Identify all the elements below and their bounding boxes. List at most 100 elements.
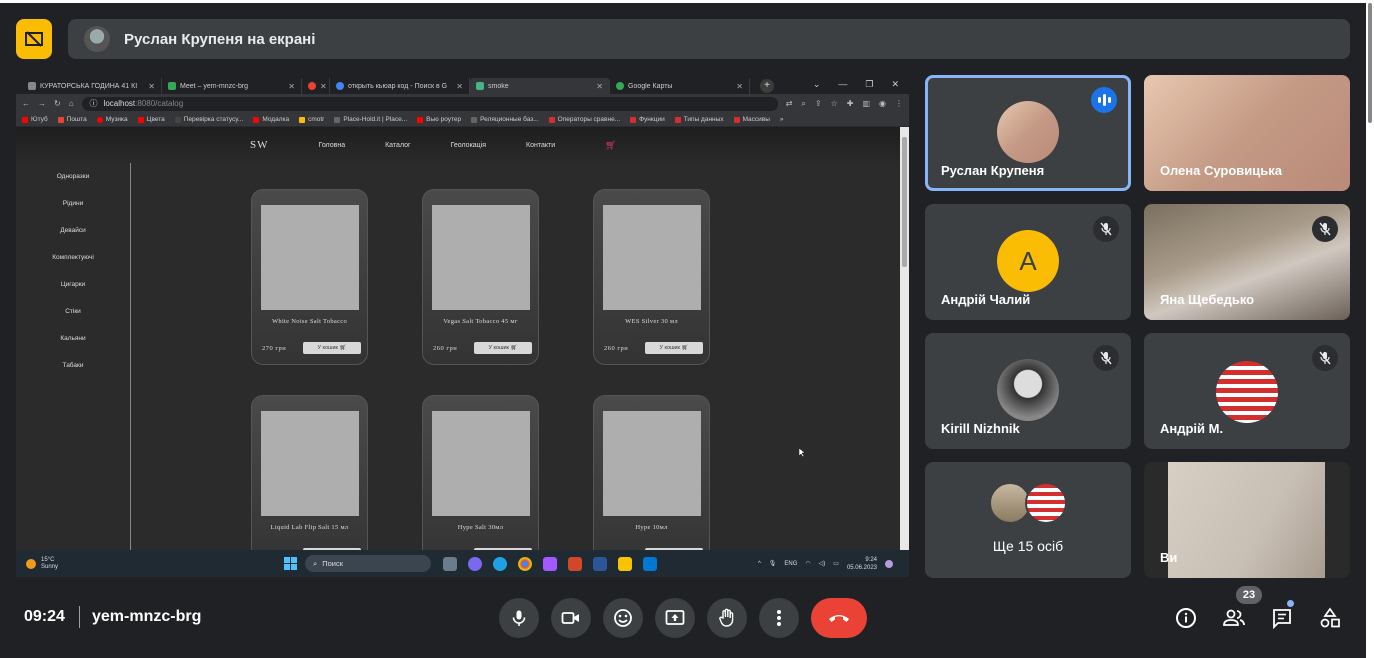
nav-contacts[interactable]: Контакти bbox=[526, 142, 555, 149]
bookmark[interactable]: Вью роутер bbox=[417, 116, 461, 123]
product-card[interactable]: WES Silver 30 мл 260 грн У кошик 🛒︎ bbox=[593, 189, 710, 365]
reactions-button[interactable] bbox=[603, 598, 643, 638]
extensions-icon[interactable]: ✚ bbox=[847, 99, 854, 109]
browser-tab[interactable]: Google Карты ✕ bbox=[610, 78, 750, 94]
site-logo[interactable]: SW bbox=[250, 139, 269, 151]
close-tab-icon[interactable]: ✕ bbox=[148, 82, 155, 91]
taskbar-search[interactable]: ⌕ Поиск bbox=[305, 555, 432, 572]
add-to-cart-button[interactable]: У кошик 🛒︎ bbox=[474, 342, 532, 354]
close-tab-icon[interactable]: ✕ bbox=[288, 82, 295, 91]
participant-tile[interactable]: Руслан Крупеня bbox=[925, 75, 1131, 191]
camera-button[interactable] bbox=[551, 598, 591, 638]
sidepanel-icon[interactable]: ▥ bbox=[862, 99, 870, 109]
info-icon[interactable]: ⓘ bbox=[90, 98, 98, 109]
raise-hand-button[interactable] bbox=[707, 598, 747, 638]
battery-icon[interactable]: ▭ bbox=[833, 560, 839, 567]
microphone-tray-icon[interactable]: 🎙︎ bbox=[769, 560, 777, 567]
browser-tab[interactable]: открыть кьюар код - Поиск в G ✕ bbox=[330, 78, 470, 94]
close-tab-icon[interactable]: ✕ bbox=[456, 82, 463, 91]
address-bar[interactable]: ⓘ localhost:8080/catalog bbox=[81, 96, 778, 111]
close-window-icon[interactable]: ✕ bbox=[891, 79, 899, 90]
site-scrollbar[interactable] bbox=[900, 127, 909, 550]
present-button[interactable] bbox=[655, 598, 695, 638]
bookmark-star-icon[interactable]: ☆ bbox=[831, 99, 838, 109]
participant-tile[interactable]: Андрій М. bbox=[1144, 333, 1350, 449]
powerpoint-icon[interactable] bbox=[568, 556, 583, 571]
more-options-button[interactable] bbox=[759, 598, 799, 638]
weather-widget[interactable]: 15°C Sunny bbox=[26, 557, 58, 571]
profile-icon[interactable]: ◉ bbox=[879, 99, 886, 109]
chat-button[interactable] bbox=[1269, 605, 1295, 631]
more-participants-tile[interactable]: Ще 15 осіб bbox=[925, 462, 1131, 578]
tray-chevron-icon[interactable]: ^ bbox=[758, 561, 761, 567]
windows-start-icon[interactable] bbox=[284, 557, 298, 570]
site-scrollbar-thumb[interactable] bbox=[902, 137, 907, 267]
browser-tab[interactable]: ✕ bbox=[302, 78, 330, 94]
add-to-cart-button[interactable]: У кошик 🛒︎ bbox=[645, 342, 703, 354]
word-icon[interactable] bbox=[593, 556, 608, 571]
nav-home[interactable]: Головна bbox=[319, 142, 346, 149]
bookmark[interactable]: Музика bbox=[96, 116, 128, 123]
chat-app-icon[interactable] bbox=[468, 556, 483, 571]
category-item[interactable]: Табаки bbox=[16, 352, 130, 379]
product-card[interactable]: Liquid Lab Flip Salt 15 мл bbox=[251, 395, 368, 550]
close-tab-icon[interactable]: ✕ bbox=[596, 82, 603, 91]
category-item[interactable]: Одноразки bbox=[16, 163, 130, 190]
browser-tab[interactable]: КУРАТОРСЬКА ГОДИНА 41 КІ ✕ bbox=[22, 78, 162, 94]
product-card[interactable]: Vegas Salt Tobacco 45 мг 260 грн У кошик… bbox=[422, 189, 539, 365]
translate-icon[interactable]: ⇄ bbox=[786, 99, 793, 109]
cart-icon[interactable]: 🛒︎ bbox=[605, 140, 616, 151]
category-item[interactable]: Рідини bbox=[16, 190, 130, 217]
nav-catalog[interactable]: Каталог bbox=[385, 142, 410, 149]
notification-icon[interactable] bbox=[885, 559, 893, 568]
forward-icon[interactable]: → bbox=[38, 99, 46, 108]
home-icon[interactable]: ⌂ bbox=[69, 99, 74, 108]
self-tile[interactable]: Ви bbox=[1144, 462, 1350, 578]
wifi-icon[interactable]: ◠ bbox=[805, 560, 810, 567]
minimize-icon[interactable]: — bbox=[838, 79, 847, 90]
bookmark[interactable]: Ютуб bbox=[22, 116, 48, 123]
more-bookmarks-icon[interactable]: » bbox=[780, 116, 784, 123]
page-scrollbar[interactable] bbox=[1366, 0, 1374, 658]
restore-icon[interactable]: ❐ bbox=[865, 79, 873, 90]
product-card[interactable]: Hype 10мл bbox=[593, 395, 710, 550]
bookmark[interactable]: Модалка bbox=[253, 116, 289, 123]
menu-icon[interactable]: ⋮ bbox=[895, 99, 903, 109]
bookmark[interactable]: Пошта bbox=[57, 116, 87, 123]
stop-presenting-button[interactable] bbox=[16, 19, 52, 59]
bookmark[interactable]: Цвета bbox=[137, 116, 165, 123]
category-item[interactable]: Девайси bbox=[16, 217, 130, 244]
category-item[interactable]: Кальяни bbox=[16, 325, 130, 352]
category-item[interactable]: Комплектуючі bbox=[16, 244, 130, 271]
new-tab-button[interactable]: + bbox=[760, 79, 774, 93]
meeting-details-button[interactable] bbox=[1173, 605, 1199, 631]
close-tab-icon[interactable]: ✕ bbox=[736, 82, 743, 91]
zoom-icon[interactable]: ⌕ bbox=[801, 99, 805, 109]
people-button[interactable] bbox=[1221, 605, 1247, 631]
microphone-button[interactable] bbox=[499, 598, 539, 638]
bookmark[interactable]: Place-Hold.it | Place... bbox=[334, 116, 407, 123]
bookmark[interactable]: Перевірка статусу... bbox=[174, 116, 243, 123]
category-item[interactable]: Стіки bbox=[16, 298, 130, 325]
bookmark[interactable]: Массивы bbox=[733, 116, 770, 123]
language-indicator[interactable]: ENG bbox=[784, 561, 797, 567]
participant-tile[interactable]: Яна Щебедько bbox=[1144, 204, 1350, 320]
add-to-cart-button[interactable]: У кошик 🛒︎ bbox=[303, 342, 361, 354]
activities-button[interactable] bbox=[1317, 605, 1343, 631]
edge-icon[interactable] bbox=[493, 556, 508, 571]
figma-icon[interactable] bbox=[543, 556, 558, 571]
product-card[interactable]: Hype Salt 30мл bbox=[422, 395, 539, 550]
bookmark[interactable]: Типы данных bbox=[674, 116, 724, 123]
bookmark[interactable]: Функции bbox=[630, 116, 665, 123]
back-icon[interactable]: ← bbox=[22, 99, 30, 108]
tab-search-icon[interactable]: ⌄ bbox=[813, 79, 821, 90]
participant-tile[interactable]: Олена Суровицька bbox=[1144, 75, 1350, 191]
browser-tab[interactable]: Meet – yem-mnzc-brg ✕ bbox=[162, 78, 302, 94]
file-explorer-icon[interactable] bbox=[618, 556, 633, 571]
bookmark[interactable]: cmotr bbox=[299, 116, 324, 123]
participant-tile[interactable]: Kirill Nizhnik bbox=[925, 333, 1131, 449]
leave-call-button[interactable] bbox=[811, 598, 867, 638]
close-tab-icon[interactable]: ✕ bbox=[320, 82, 327, 91]
bookmark[interactable]: Реляционные баз... bbox=[471, 116, 539, 123]
nav-geolocation[interactable]: Геолокація bbox=[451, 142, 486, 149]
